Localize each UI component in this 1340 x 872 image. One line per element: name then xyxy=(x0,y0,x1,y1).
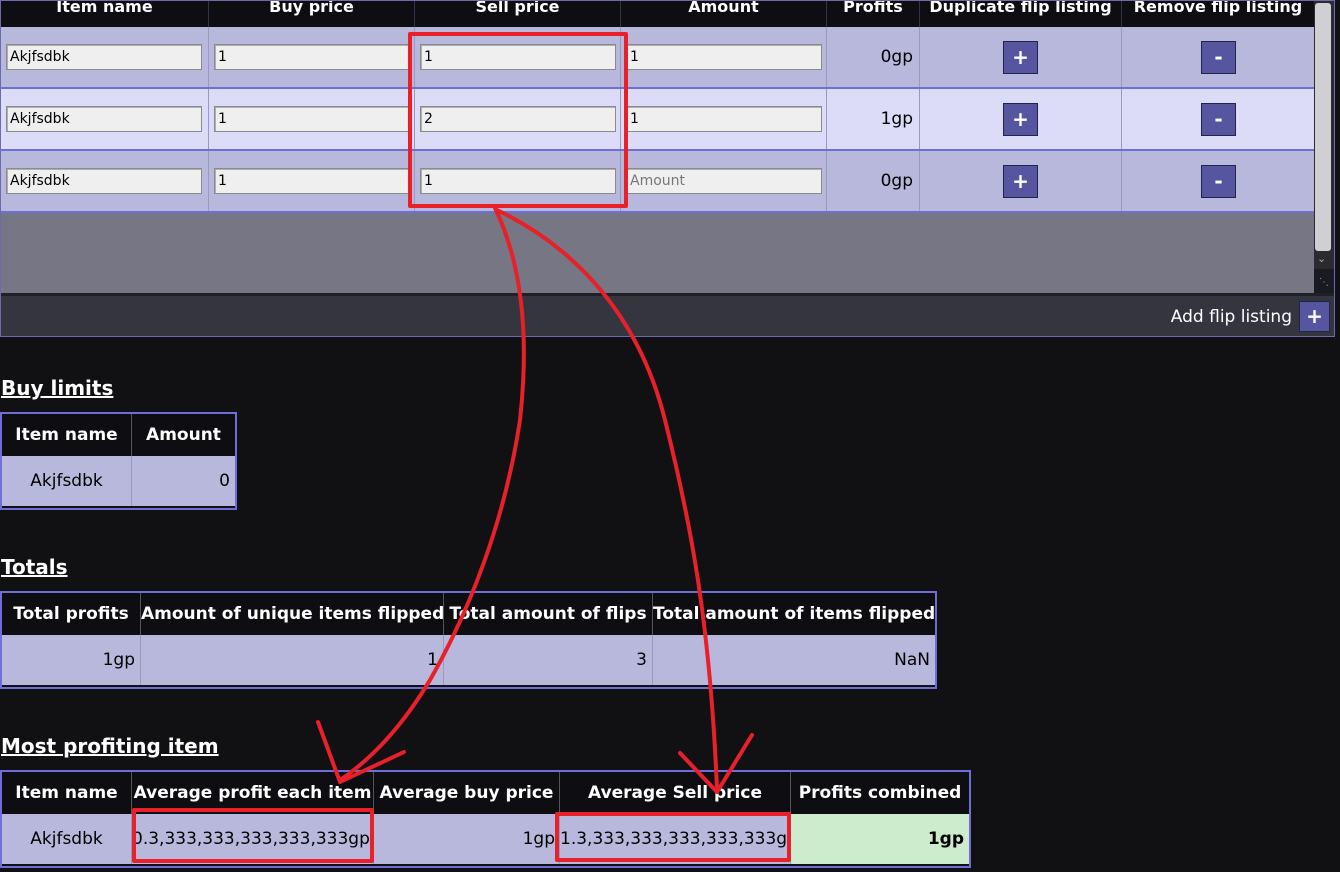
amount-input[interactable] xyxy=(626,44,822,70)
item-name-input[interactable] xyxy=(6,168,202,194)
header-profits: Profits xyxy=(827,1,920,27)
scroll-down-arrow-icon[interactable]: ⌄ xyxy=(1317,252,1326,265)
header-unique-items: Amount of unique items flipped xyxy=(141,593,444,635)
header-avg-profit: Average profit each item xyxy=(132,772,374,814)
table-row: Akjfsdbk 0 xyxy=(2,456,235,506)
flip-table-body: 0gp + - 1gp + - 0gp + - xyxy=(1,27,1314,293)
header-duplicate: Duplicate flip listing xyxy=(920,1,1122,27)
header-profits-combined: Profits combined xyxy=(798,783,962,803)
buy-price-input[interactable] xyxy=(214,44,410,70)
amount-cell: 0 xyxy=(219,471,230,491)
buy-limits-table: Item name Amount Akjfsdbk 0 xyxy=(0,412,237,510)
unique-items-cell: 1 xyxy=(141,635,444,685)
header-items-flipped: Total amount of items flipped xyxy=(653,604,936,624)
flip-row: 0gp + - xyxy=(1,151,1314,213)
buy-price-input[interactable] xyxy=(214,168,410,194)
scrollbar-thumb[interactable] xyxy=(1315,3,1331,251)
header-total-profits: Total profits xyxy=(2,593,141,635)
header-item-name: Item name xyxy=(2,772,132,814)
avg-sell-cell: 1.3,333,333,333,333,333gp xyxy=(560,814,798,864)
profit-value: 0gp xyxy=(827,27,920,87)
flip-listings-panel: Item name Buy price Sell price Amount Pr… xyxy=(0,0,1335,337)
flip-row: 1gp + - xyxy=(1,89,1314,151)
vertical-scrollbar[interactable]: ⌄ xyxy=(1314,1,1334,269)
duplicate-button[interactable]: + xyxy=(1003,41,1038,74)
table-row: 1gp 1 3 NaN xyxy=(2,635,935,685)
item-name-input[interactable] xyxy=(6,44,202,70)
header-item-name: Item name xyxy=(1,1,209,27)
sell-price-input[interactable] xyxy=(420,168,616,194)
totals-table: Total profits Amount of unique items fli… xyxy=(0,591,937,689)
most-profiting-title: Most profiting item xyxy=(1,734,219,758)
buy-limits-title: Buy limits xyxy=(1,376,114,400)
header-item-name: Item name xyxy=(2,414,132,456)
amount-input[interactable] xyxy=(626,168,822,194)
remove-button[interactable]: - xyxy=(1201,41,1236,74)
header-amount: Amount xyxy=(146,425,221,445)
total-flips-cell: 3 xyxy=(444,635,653,685)
header-buy-price: Buy price xyxy=(209,1,415,27)
remove-button[interactable]: - xyxy=(1201,165,1236,198)
profits-combined-cell: 1gp xyxy=(791,814,969,864)
table-row: Akjfsdbk 0.3,333,333,333,333,333gp 1gp 1… xyxy=(2,814,969,864)
buy-price-input[interactable] xyxy=(214,106,410,132)
duplicate-button[interactable]: + xyxy=(1003,165,1038,198)
avg-buy-cell: 1gp xyxy=(374,814,560,864)
item-name-input[interactable] xyxy=(6,106,202,132)
header-total-flips: Total amount of flips xyxy=(444,593,653,635)
flip-footer: Add flip listing + xyxy=(1,293,1334,336)
amount-input[interactable] xyxy=(626,106,822,132)
profit-value: 1gp xyxy=(827,89,920,149)
header-avg-buy: Average buy price xyxy=(374,772,560,814)
header-remove: Remove flip listing xyxy=(1133,1,1303,16)
remove-button[interactable]: - xyxy=(1201,103,1236,136)
sell-price-input[interactable] xyxy=(420,44,616,70)
sell-price-input[interactable] xyxy=(420,106,616,132)
item-name-cell: Akjfsdbk xyxy=(2,814,132,864)
header-avg-sell: Average Sell price xyxy=(560,772,791,814)
duplicate-button[interactable]: + xyxy=(1003,103,1038,136)
add-flip-listing-label: Add flip listing xyxy=(1170,307,1292,327)
add-flip-listing-button[interactable]: + xyxy=(1299,301,1330,332)
resize-grip-icon[interactable]: ⋱ xyxy=(1319,277,1329,288)
most-profiting-table: Item name Average profit each item Avera… xyxy=(0,770,971,868)
item-name-cell: Akjfsdbk xyxy=(2,456,132,506)
items-flipped-cell: NaN xyxy=(894,650,930,670)
flip-row: 0gp + - xyxy=(1,27,1314,89)
totals-title: Totals xyxy=(1,555,68,579)
avg-profit-cell: 0.3,333,333,333,333,333gp xyxy=(132,814,374,864)
header-sell-price: Sell price xyxy=(415,1,621,27)
total-profits-cell: 1gp xyxy=(2,635,141,685)
profit-value: 0gp xyxy=(827,151,920,211)
header-amount: Amount xyxy=(621,1,827,27)
flip-table-header: Item name Buy price Sell price Amount Pr… xyxy=(1,1,1314,27)
